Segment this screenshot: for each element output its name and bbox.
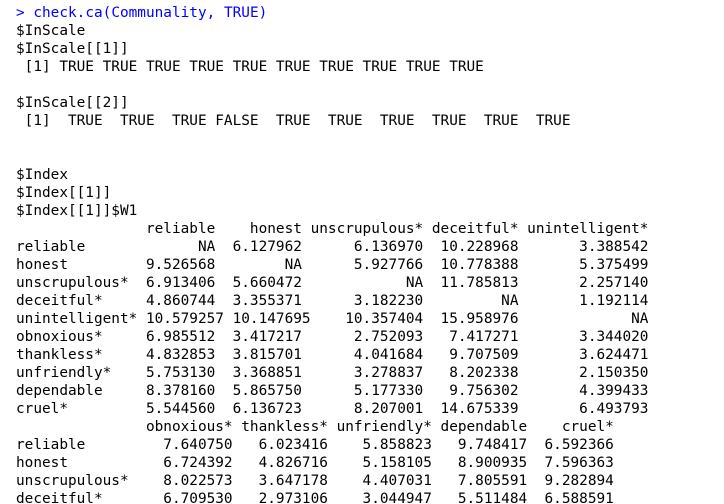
table-header: reliable honest unscrupulous* deceitful*… (16, 221, 649, 237)
output-line: $Index[[1]]$W1 (16, 203, 138, 219)
output-line: [1] TRUE TRUE TRUE FALSE TRUE TRUE TRUE … (16, 113, 571, 129)
command-line: > check.ca(Communality, TRUE) (16, 4, 267, 22)
table-row: deceitful* 6.709530 2.973106 3.044947 5.… (16, 491, 614, 504)
output-line: $InScale[[1]] (16, 41, 129, 57)
table-row: reliable 7.640750 6.023416 5.858823 9.74… (16, 437, 614, 453)
output-line: $Index (16, 167, 68, 183)
table-row: obnoxious* 6.985512 3.417217 2.752093 7.… (16, 329, 649, 345)
output-line: [1] TRUE TRUE TRUE TRUE TRUE TRUE TRUE T… (16, 59, 484, 75)
table-row: unfriendly* 5.753130 3.368851 3.278837 8… (16, 365, 649, 381)
output-line: $InScale[[2]] (16, 95, 129, 111)
table-row: unscrupulous* 6.913406 5.660472 NA 11.78… (16, 275, 649, 291)
table-row: thankless* 4.832853 3.815701 4.041684 9.… (16, 347, 649, 363)
r-console[interactable]: > check.ca(Communality, TRUE) $InScale $… (0, 0, 724, 504)
table-header: obnoxious* thankless* unfriendly* depend… (16, 419, 614, 435)
console-prompt: > (16, 5, 25, 21)
console-command: check.ca(Communality, TRUE) (33, 5, 268, 21)
table-row: honest 9.526568 NA 5.927766 10.778388 5.… (16, 257, 649, 273)
table-row: deceitful* 4.860744 3.355371 3.182230 NA… (16, 293, 649, 309)
table-row: unintelligent* 10.579257 10.147695 10.35… (16, 311, 649, 327)
table-row: cruel* 5.544560 6.136723 8.207001 14.675… (16, 401, 649, 417)
output-line: $InScale (16, 23, 86, 39)
table-row: unscrupulous* 8.022573 3.647178 4.407031… (16, 473, 614, 489)
table-row: honest 6.724392 4.826716 5.158105 8.9009… (16, 455, 614, 471)
output-line: $Index[[1]] (16, 185, 112, 201)
table-row: reliable NA 6.127962 6.136970 10.228968 … (16, 239, 649, 255)
table-row: dependable 8.378160 5.865750 5.177330 9.… (16, 383, 649, 399)
